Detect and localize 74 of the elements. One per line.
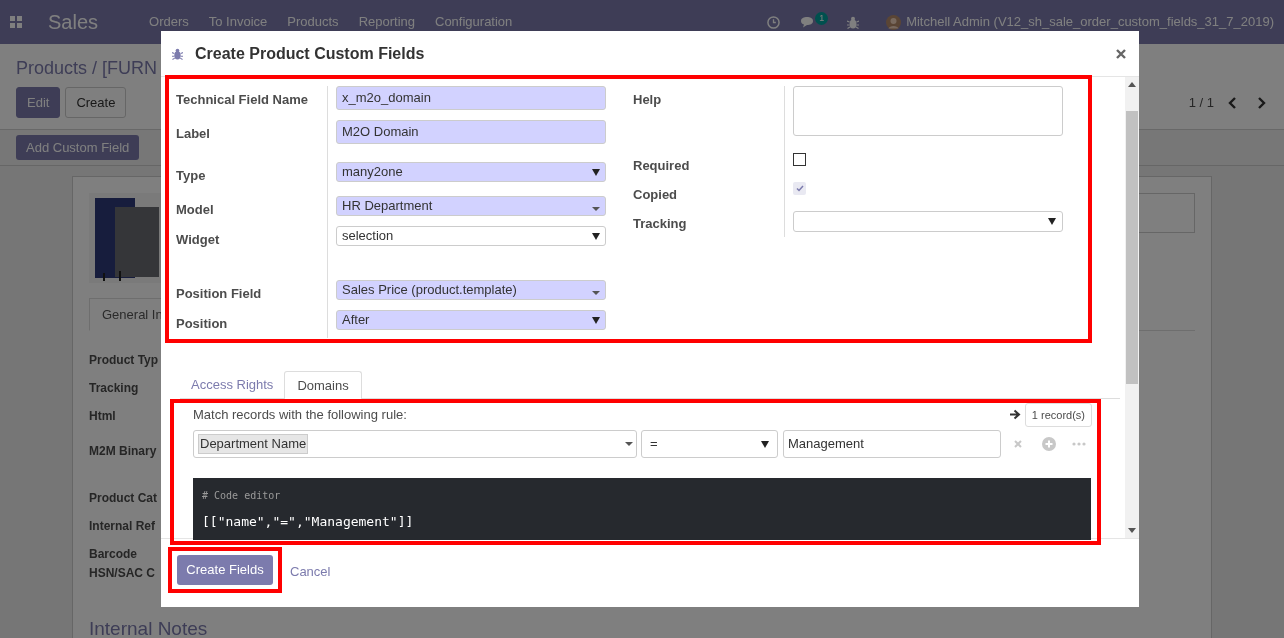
select-field[interactable]: HR Department (336, 196, 606, 216)
scrollbar[interactable] (1125, 77, 1139, 538)
cancel-link[interactable]: Cancel (290, 562, 331, 582)
field-label: Label (176, 126, 210, 141)
dropdown-arrow-icon (592, 316, 600, 324)
chevron-left-icon[interactable] (1228, 96, 1237, 109)
field-label: Required (633, 158, 690, 173)
create-fields-button[interactable]: Create Fields (177, 555, 273, 585)
field-label: HSN/SAC C (89, 566, 155, 581)
field-label: Html (89, 409, 116, 424)
checkbox[interactable] (793, 153, 806, 166)
scroll-down-icon[interactable] (1128, 528, 1136, 533)
chevron-right-icon[interactable] (1257, 96, 1266, 109)
rule-description: Match records with the following rule: (193, 406, 407, 424)
dropdown-arrow-icon (1048, 218, 1056, 225)
field-label: Position (176, 316, 228, 331)
select-field[interactable] (793, 211, 1063, 232)
code-line: [["name","=","Management"]] (202, 514, 415, 530)
scroll-up-icon[interactable] (1128, 82, 1136, 87)
select-field[interactable]: many2one (336, 162, 606, 182)
select-field[interactable]: selection (336, 226, 606, 246)
close-icon[interactable] (1116, 48, 1126, 59)
field-label: Model (176, 202, 214, 217)
field-label: Tracking (89, 381, 139, 396)
notification-badge: 1 (815, 11, 829, 25)
dialog-title: Create Product Custom Fields (195, 43, 425, 64)
dropdown-arrow-icon (761, 440, 769, 448)
field-label: Position Field (176, 286, 262, 301)
select-field[interactable]: Sales Price (product.template) (336, 280, 606, 300)
select-field[interactable]: After (336, 310, 606, 330)
field-label: M2M Binary (89, 444, 157, 459)
record-count-button[interactable]: 1 record(s) (1024, 403, 1092, 427)
section-title: Internal Notes (89, 618, 209, 638)
field-selector[interactable]: Department Name (193, 430, 637, 458)
delete-icon[interactable] (1014, 440, 1022, 448)
tab[interactable]: Domains (284, 371, 362, 400)
create-button[interactable]: Create (65, 87, 127, 118)
apps-menu-icon[interactable] (10, 16, 22, 28)
field-label: Technical Field Name (176, 92, 308, 107)
field-label: Tracking (633, 216, 687, 231)
scrollbar-thumb[interactable] (1126, 111, 1138, 384)
avatar-icon (886, 14, 902, 30)
app-title: Sales (48, 10, 99, 35)
dropdown-arrow-icon (592, 232, 600, 240)
chat-icon[interactable] (800, 16, 815, 28)
field-label: Widget (176, 232, 220, 247)
code-comment: # Code editor (202, 490, 282, 502)
field-label: Help (633, 92, 662, 107)
caret-icon (625, 442, 633, 446)
input-field[interactable]: M2O Domain (336, 120, 606, 144)
code-editor[interactable]: # Code editor [["name","=","Management"]] (193, 478, 1091, 540)
input-field[interactable]: x_m2o_domain (336, 86, 606, 110)
field-label: Type (176, 168, 206, 183)
operator-select[interactable]: = (641, 430, 778, 458)
field-label: Product Cat (89, 491, 157, 506)
bug-icon[interactable] (847, 15, 860, 29)
field-label: Product Typ (89, 353, 159, 368)
field-label: Barcode (89, 547, 138, 562)
dropdown-arrow-icon (592, 168, 600, 176)
clock-icon[interactable] (767, 15, 781, 29)
text-area[interactable] (793, 86, 1063, 136)
pager-counter: 1 / 1 (1188, 93, 1214, 112)
tab[interactable]: Access Rights (180, 371, 285, 399)
value-input[interactable]: Management (783, 430, 1001, 458)
field-label: Copied (633, 187, 678, 202)
add-icon[interactable] (1042, 437, 1056, 451)
checkbox[interactable] (793, 182, 806, 195)
field-label: Internal Ref (89, 519, 155, 534)
more-icon[interactable] (1072, 442, 1086, 446)
caret-icon (592, 207, 600, 211)
arrow-right-icon[interactable] (1008, 409, 1021, 420)
selected-field-tag: Department Name (198, 434, 309, 454)
caret-icon (592, 291, 600, 295)
bug-icon (172, 47, 183, 60)
